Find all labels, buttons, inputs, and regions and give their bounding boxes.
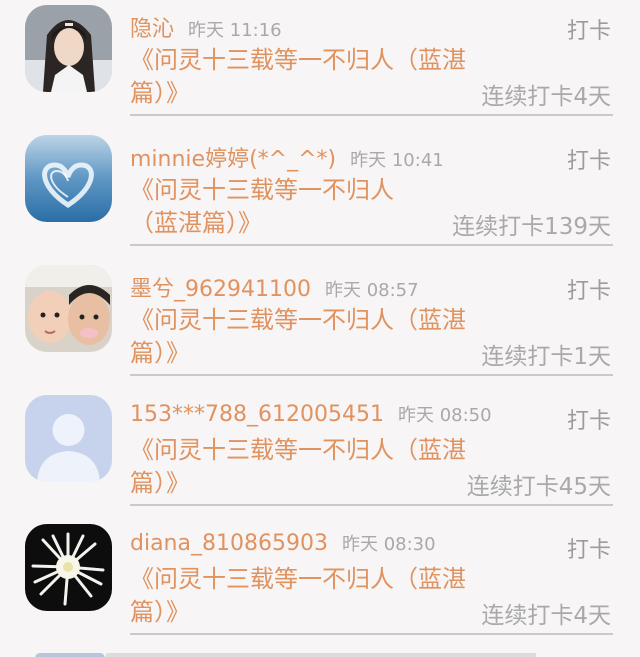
user-avatar[interactable] — [25, 524, 112, 611]
list-item[interactable]: minnie婷婷(*^_^*) 昨天 10:41 打卡 《问灵十三载等一不归人（蓝… — [0, 130, 640, 260]
partial-avatar — [35, 653, 105, 657]
list-item[interactable]: 153***788_612005451 昨天 08:50 打卡 《问灵十三载等一不… — [0, 390, 640, 520]
username-text[interactable]: 153***788_612005451 — [130, 402, 384, 427]
streak-count: 连续打卡139天 — [452, 214, 611, 240]
book-title-link[interactable]: 《问灵十三载等一不归人（蓝湛篇）》 — [130, 304, 470, 370]
timestamp: 昨天 10:41 — [350, 150, 444, 171]
avatar-two-children-icon — [25, 265, 112, 352]
avatar-man-long-hair-icon — [25, 5, 112, 92]
divider — [130, 114, 613, 116]
username[interactable]: diana_810865903 昨天 08:30 — [130, 530, 436, 556]
checkin-action-label: 打卡 — [566, 538, 611, 563]
checkin-action-label: 打卡 — [566, 279, 611, 304]
user-avatar[interactable] — [25, 135, 112, 222]
book-title-link[interactable]: 《问灵十三载等一不归人（蓝湛篇）》 — [130, 563, 470, 629]
list-item[interactable]: diana_810865903 昨天 08:30 打卡 《问灵十三载等一不归人（蓝… — [0, 519, 640, 649]
streak-count: 连续打卡1天 — [481, 344, 611, 370]
user-avatar[interactable] — [25, 5, 112, 92]
divider — [130, 244, 613, 246]
username-text[interactable]: 隐沁 — [130, 17, 174, 42]
checkin-list: 隐沁昨天 11:16 打卡 《问灵十三载等一不归人（蓝湛篇）》 连续打卡4天 — [0, 0, 640, 657]
book-title-link[interactable]: 《问灵十三载等一不归人（蓝湛篇）》 — [130, 174, 420, 240]
timestamp: 昨天 08:30 — [341, 534, 436, 555]
divider — [130, 504, 613, 506]
user-avatar[interactable] — [25, 395, 112, 482]
avatar-white-flower-icon — [25, 524, 112, 611]
username-text[interactable]: diana_810865903 — [130, 531, 328, 556]
list-item[interactable]: 墨兮_962941100 昨天 08:57 打卡 《问灵十三载等一不归人（蓝湛篇）… — [0, 260, 640, 390]
username[interactable]: 墨兮_962941100 昨天 08:57 — [130, 271, 419, 303]
timestamp: 昨天 08:57 — [324, 280, 419, 301]
timestamp: 昨天 11:16 — [188, 20, 282, 41]
timestamp: 昨天 08:50 — [397, 405, 492, 426]
username[interactable]: 153***788_612005451 昨天 08:50 — [130, 401, 492, 427]
book-title-link[interactable]: 《问灵十三载等一不归人（蓝湛篇）》 — [130, 44, 470, 110]
partial-bar — [106, 653, 536, 657]
username-text[interactable]: 墨兮_962941100 — [130, 277, 311, 302]
user-avatar[interactable] — [25, 265, 112, 352]
checkin-action-label: 打卡 — [566, 149, 611, 174]
username[interactable]: 隐沁 昨天 11:16 — [130, 11, 282, 43]
divider — [130, 374, 613, 376]
list-item-partial — [0, 648, 640, 657]
book-title-link[interactable]: 《问灵十三载等一不归人（蓝湛篇）》 — [130, 434, 470, 500]
streak-count: 连续打卡45天 — [466, 474, 611, 500]
streak-count: 连续打卡4天 — [481, 84, 611, 110]
avatar-ice-heart-icon — [25, 135, 112, 222]
streak-count: 连续打卡4天 — [481, 603, 611, 629]
username-text[interactable]: minnie婷婷(*^_^*) — [130, 147, 336, 172]
list-item[interactable]: 隐沁 昨天 11:16 打卡 《问灵十三载等一不归人（蓝湛篇）》 连续打卡4天 — [0, 0, 640, 130]
checkin-action-label: 打卡 — [566, 409, 611, 434]
username[interactable]: minnie婷婷(*^_^*) 昨天 10:41 — [130, 141, 444, 173]
avatar-default-person-icon — [25, 395, 112, 482]
checkin-action-label: 打卡 — [566, 19, 611, 44]
divider — [130, 633, 613, 635]
